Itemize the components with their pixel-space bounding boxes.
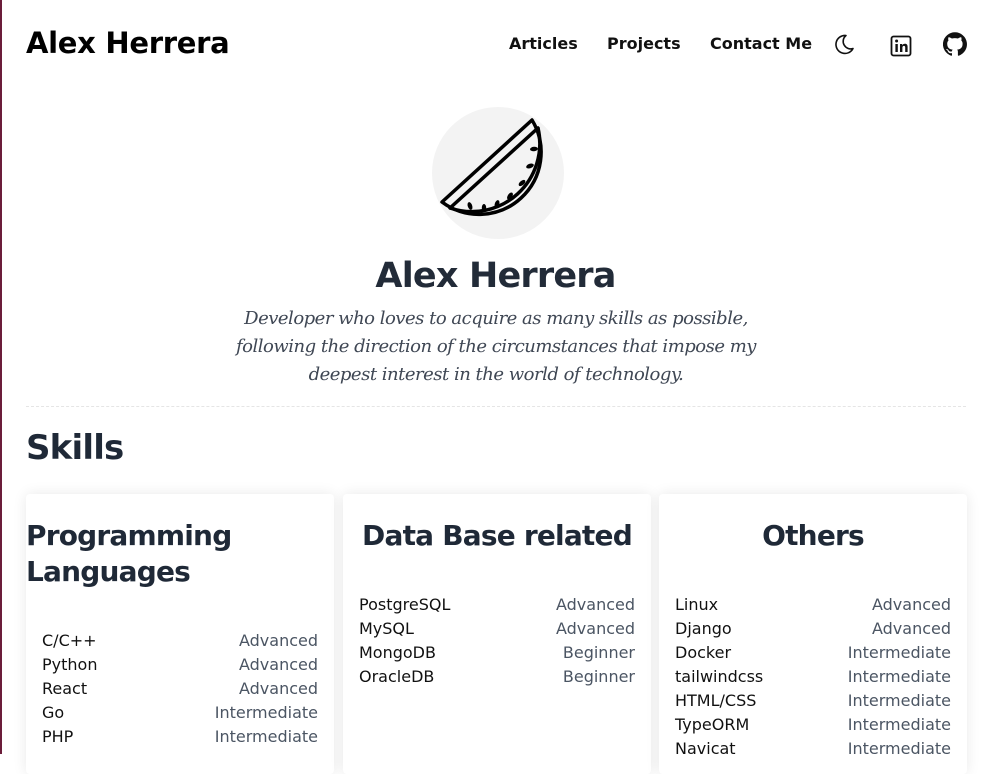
skill-card-others: Others Linux Advanced Django Advanced Dock… — [659, 494, 967, 774]
skill-name: Python — [42, 655, 98, 674]
skill-level: Intermediate — [214, 703, 318, 722]
skill-card-programming-languages: Programming Languages C/C++ Advanced Pyth… — [26, 494, 334, 774]
skill-level: Advanced — [238, 631, 318, 650]
skill-row: Go Intermediate — [42, 703, 318, 727]
skill-name: TypeORM — [675, 715, 750, 734]
section-divider — [26, 406, 966, 407]
skill-level: Advanced — [555, 595, 635, 614]
skill-level: Intermediate — [847, 715, 951, 734]
skill-row: tailwindcss Intermediate — [675, 667, 951, 691]
skill-level: Beginner — [562, 667, 635, 686]
skill-row: C/C++ Advanced — [42, 631, 318, 655]
skill-level: Intermediate — [847, 739, 951, 758]
skill-level: Beginner — [562, 643, 635, 662]
skill-row: Django Advanced — [675, 619, 951, 643]
site-brand[interactable]: Alex Herrera — [26, 26, 230, 60]
skill-level: Intermediate — [214, 727, 318, 746]
skill-row: TypeORM Intermediate — [675, 715, 951, 739]
hero-name: Alex Herrera — [375, 256, 616, 296]
skill-row: Docker Intermediate — [675, 643, 951, 667]
skill-name: Django — [675, 619, 732, 638]
skills-heading: Skills — [26, 428, 124, 468]
skill-name: MongoDB — [359, 643, 436, 662]
skill-name: tailwindcss — [675, 667, 764, 686]
skill-level: Advanced — [238, 679, 318, 698]
github-icon[interactable] — [942, 32, 967, 56]
page-left-border — [0, 0, 2, 754]
avatar — [432, 107, 564, 239]
skill-name: OracleDB — [359, 667, 435, 686]
skill-name: HTML/CSS — [675, 691, 757, 710]
skill-level: Advanced — [238, 655, 318, 674]
watermelon-icon — [440, 118, 543, 217]
card-title: Programming Languages — [26, 519, 232, 588]
skill-level: Intermediate — [847, 667, 951, 686]
skill-name: Linux — [675, 595, 719, 614]
nav-contact-me[interactable]: Contact Me — [710, 34, 812, 53]
skill-name: Docker — [675, 643, 732, 662]
skill-row: MySQL Advanced — [359, 619, 635, 643]
skill-level: Intermediate — [847, 691, 951, 710]
skill-row: React Advanced — [42, 679, 318, 703]
skill-row: Python Advanced — [42, 655, 318, 679]
moon-icon[interactable] — [832, 32, 856, 56]
skill-level: Intermediate — [847, 643, 951, 662]
nav-articles[interactable]: Articles — [509, 34, 578, 53]
skill-name: Go — [42, 703, 65, 722]
hero-tagline: Developer who loves to acquire as many s… — [236, 308, 756, 385]
skill-card-database: Data Base related PostgreSQL Advanced MyS… — [343, 494, 651, 774]
skill-row: MongoDB Beginner — [359, 643, 635, 667]
skill-row: OracleDB Beginner — [359, 667, 635, 691]
skill-name: Navicat — [675, 739, 736, 758]
skill-level: Advanced — [555, 619, 635, 638]
skill-name: PostgreSQL — [359, 595, 451, 614]
skill-name: React — [42, 679, 88, 698]
skill-name: C/C++ — [42, 631, 97, 650]
skill-row: Navicat Intermediate — [675, 739, 951, 763]
skill-level: Advanced — [871, 595, 951, 614]
skill-name: MySQL — [359, 619, 414, 638]
skill-level: Advanced — [871, 619, 951, 638]
card-title: Others — [762, 519, 865, 552]
skill-row: Linux Advanced — [675, 595, 951, 619]
card-title: Data Base related — [362, 519, 633, 552]
skill-row: PHP Intermediate — [42, 727, 318, 751]
linkedin-icon[interactable] — [889, 34, 913, 58]
skill-row: PostgreSQL Advanced — [359, 595, 635, 619]
skill-row: HTML/CSS Intermediate — [675, 691, 951, 715]
skill-name: PHP — [42, 727, 74, 746]
nav-projects[interactable]: Projects — [607, 34, 681, 53]
